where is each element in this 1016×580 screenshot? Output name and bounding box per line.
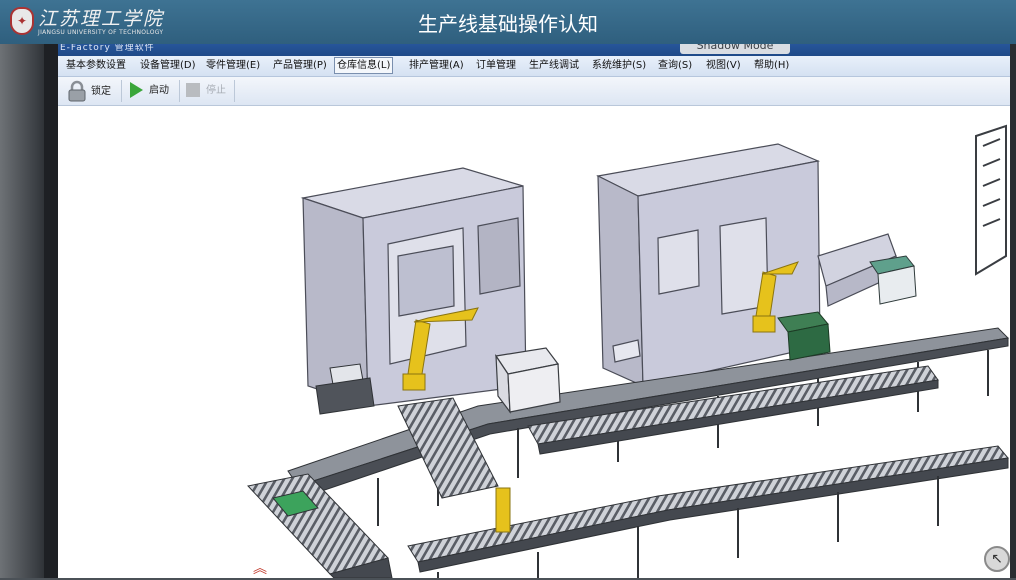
toolbar-separator: [121, 80, 122, 102]
inspection-enclosure: [494, 347, 561, 414]
menu-basic-params[interactable]: 基本参数设置: [64, 58, 128, 73]
collapse-panel-button[interactable]: ︽: [220, 558, 300, 578]
efactory-app-window: E-Factory 管理软件 Shadow Mode 基本参数设置 设备管理(D…: [58, 44, 1010, 578]
shadow-mode-button[interactable]: Shadow Mode: [680, 44, 790, 54]
menu-line-debug[interactable]: 生产线调试: [527, 58, 581, 73]
page-title: 生产线基础操作认知: [418, 12, 598, 36]
monitor-bezel-right: [1010, 44, 1016, 578]
monitor-bezel: [44, 44, 58, 578]
menu-view[interactable]: 视图(V): [704, 58, 743, 73]
rack-frame: [975, 124, 1007, 276]
toolbar: 锁定 启动 停止: [58, 77, 1010, 106]
stop-label: 停止: [206, 85, 226, 96]
menu-bar: 基本参数设置 设备管理(D) 零件管理(E) 产品管理(P) 仓库信息(L) 排…: [58, 56, 1010, 77]
menu-help[interactable]: 帮助(H): [752, 58, 791, 73]
lock-label: 锁定: [91, 86, 111, 97]
app-title-bar: E-Factory 管理软件 Shadow Mode: [58, 44, 1010, 56]
menu-warehouse[interactable]: 仓库信息(L): [334, 57, 394, 74]
production-line-3d-view[interactable]: [58, 106, 1010, 578]
lock-button[interactable]: 锁定: [66, 80, 111, 102]
menu-scheduling[interactable]: 排产管理(A): [407, 58, 466, 73]
padlock-icon: [68, 80, 86, 102]
start-button[interactable]: 启动: [130, 80, 169, 102]
menu-equipment[interactable]: 设备管理(D): [138, 58, 198, 73]
menu-orders[interactable]: 订单管理: [474, 58, 518, 73]
top-banner: ✦ 江苏理工学院 JIANGSU UNIVERSITY OF TECHNOLOG…: [0, 0, 1016, 44]
menu-parts[interactable]: 零件管理(E): [204, 58, 262, 73]
arrow-up-left-icon: ↖: [991, 551, 1003, 567]
toolbar-separator: [234, 80, 235, 102]
stop-button[interactable]: 停止: [186, 80, 226, 102]
robot-arm-bottom: [495, 487, 511, 533]
menu-query[interactable]: 查询(S): [656, 58, 694, 73]
double-chevron-up-icon: ︽: [253, 561, 267, 577]
production-line-scene: [247, 124, 1010, 578]
menu-products[interactable]: 产品管理(P): [271, 58, 329, 73]
play-icon: [130, 82, 143, 98]
app-title: E-Factory 管理软件: [60, 44, 155, 53]
corner-nav-button[interactable]: ↖: [984, 546, 1010, 572]
toolbar-separator: [179, 80, 180, 102]
menu-system[interactable]: 系统维护(S): [590, 58, 648, 73]
start-label: 启动: [149, 85, 169, 96]
stop-icon: [186, 83, 200, 97]
